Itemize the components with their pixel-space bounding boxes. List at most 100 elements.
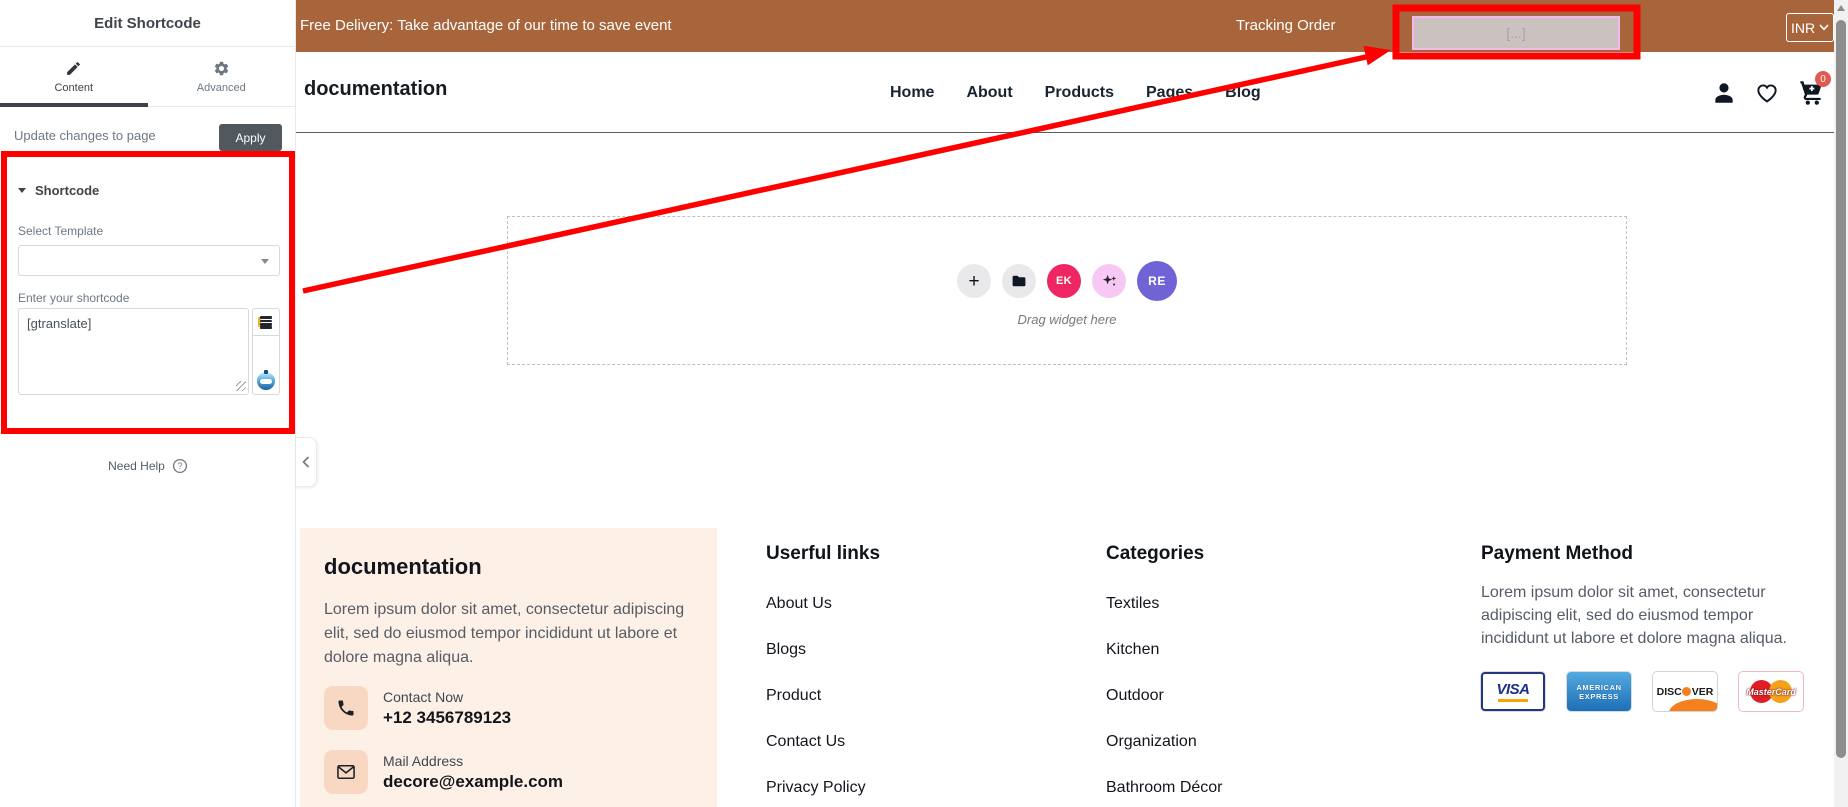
tab-advanced[interactable]: Advanced bbox=[148, 47, 296, 106]
sparkle-icon bbox=[1102, 274, 1116, 286]
footer-column-title: Categories bbox=[1106, 543, 1205, 564]
contact-phone-row[interactable]: Contact Now +12 3456789123 bbox=[324, 686, 511, 730]
panel-header: Edit Shortcode bbox=[0, 0, 295, 47]
tab-content-label: Content bbox=[54, 81, 94, 94]
wishlist-heart-icon[interactable] bbox=[1754, 80, 1780, 106]
contact-label: Contact Now bbox=[383, 688, 464, 705]
menu-item-products[interactable]: Products bbox=[1045, 84, 1114, 102]
chevron-down-icon bbox=[1819, 24, 1829, 31]
placeholder-text: [...] bbox=[1506, 25, 1526, 41]
shortcode-section-title: Shortcode bbox=[35, 183, 100, 198]
menu-item-about[interactable]: About bbox=[966, 84, 1012, 102]
payment-text: Lorem ipsum dolor sit amet, consectetur … bbox=[1481, 584, 1787, 647]
plus-icon: + bbox=[968, 270, 980, 292]
scrollbar-up-arrow[interactable] bbox=[1837, 5, 1845, 11]
footer-link[interactable]: Product bbox=[766, 684, 880, 708]
database-icon bbox=[258, 315, 273, 329]
panel-tabs: Content Advanced bbox=[0, 47, 295, 107]
ai-sparkle-button[interactable] bbox=[1092, 264, 1126, 298]
apply-button[interactable]: Apply bbox=[219, 124, 282, 151]
update-text: Update changes to page bbox=[14, 128, 156, 143]
menu-item-home[interactable]: Home bbox=[890, 84, 934, 102]
discover-swoosh bbox=[1669, 699, 1717, 711]
envelope-icon bbox=[324, 750, 368, 794]
discover-card-icon: DISC VER bbox=[1653, 672, 1717, 711]
footer-about-text: Lorem ipsum dolor sit amet, consectetur … bbox=[324, 601, 685, 666]
gtranslate-widget-placeholder[interactable]: [...] bbox=[1412, 16, 1620, 50]
shortcode-input-group: [gtranslate] bbox=[18, 308, 280, 395]
shortcode-side-toolbar bbox=[252, 308, 280, 395]
tab-content[interactable]: Content bbox=[0, 47, 148, 106]
footer-link[interactable]: Textiles bbox=[1106, 592, 1223, 616]
panel-collapse-button[interactable] bbox=[296, 437, 317, 487]
promo-text: Free Delivery: Take advantage of our tim… bbox=[300, 17, 672, 34]
footer-link[interactable]: About Us bbox=[766, 592, 880, 616]
footer-brand: documentation bbox=[324, 554, 482, 579]
footer-column-payment: Payment Method Lorem ipsum dolor sit ame… bbox=[1481, 543, 1816, 711]
shortcode-textarea[interactable]: [gtranslate] bbox=[18, 308, 249, 395]
footer-link[interactable]: Blogs bbox=[766, 638, 880, 662]
menu-item-pages[interactable]: Pages bbox=[1146, 84, 1193, 102]
re-logo-icon: RE bbox=[1148, 274, 1166, 288]
footer-link[interactable]: Contact Us bbox=[766, 730, 880, 754]
footer-column-links: Userful links About Us Blogs Product Con… bbox=[766, 543, 880, 807]
template-library-button[interactable] bbox=[1002, 264, 1036, 298]
contact-mail-value: decore@example.com bbox=[383, 771, 564, 791]
page-scrollbar[interactable] bbox=[1834, 0, 1848, 807]
mastercard-card-icon: MasterCard bbox=[1739, 672, 1803, 711]
site-logo[interactable]: documentation bbox=[304, 78, 447, 101]
phone-icon bbox=[324, 686, 368, 730]
elementskit-button[interactable]: EK bbox=[1047, 264, 1081, 298]
currency-value: INR bbox=[1790, 19, 1816, 36]
menu-item-blog[interactable]: Blog bbox=[1225, 84, 1261, 102]
gear-icon bbox=[214, 61, 228, 75]
shortcode-input-label: Enter your shortcode bbox=[18, 291, 130, 305]
cart-count-badge: 0 bbox=[1815, 71, 1831, 87]
site-header: documentation Home About Products Pages … bbox=[296, 52, 1834, 133]
account-icon[interactable] bbox=[1711, 80, 1737, 106]
announcement-bar: Free Delivery: Take advantage of our tim… bbox=[296, 0, 1834, 52]
elementskit-logo-icon: EK bbox=[1056, 275, 1072, 287]
drag-widget-hint: Drag widget here bbox=[1017, 312, 1117, 327]
elementor-drop-zone[interactable]: + EK RE Drag widget here bbox=[507, 216, 1627, 365]
main-menu: Home About Products Pages Blog bbox=[890, 52, 1261, 133]
footer-link[interactable]: Outdoor bbox=[1106, 684, 1223, 708]
update-row: Update changes to page Apply bbox=[0, 107, 295, 165]
add-section-button[interactable]: + bbox=[957, 264, 991, 298]
shortcode-library-button[interactable] bbox=[253, 309, 279, 336]
select-template-dropdown[interactable] bbox=[18, 245, 280, 276]
svg-text:?: ? bbox=[177, 461, 182, 471]
pencil-icon bbox=[67, 61, 81, 75]
footer-link[interactable]: Privacy Policy bbox=[766, 776, 880, 800]
tracking-order-link[interactable]: Tracking Order bbox=[1236, 17, 1335, 34]
textarea-resize-handle[interactable] bbox=[236, 381, 246, 391]
amex-card-icon: AMERICAN EXPRESS bbox=[1567, 672, 1631, 711]
robot-icon bbox=[257, 370, 275, 390]
footer-link[interactable]: Organization bbox=[1106, 730, 1223, 754]
elementor-edit-panel: Edit Shortcode Content Advanced Update c… bbox=[0, 0, 296, 807]
header-icons: 0 bbox=[1711, 52, 1831, 133]
contact-mail-row[interactable]: Mail Address decore@example.com bbox=[324, 750, 563, 794]
footer-column-categories: Categories Textiles Kitchen Outdoor Orga… bbox=[1106, 543, 1223, 807]
need-help-label: Need Help bbox=[108, 459, 165, 473]
cart-icon[interactable]: 0 bbox=[1797, 71, 1831, 106]
mail-label: Mail Address bbox=[383, 752, 464, 769]
panel-title: Edit Shortcode bbox=[94, 14, 201, 32]
footer-link[interactable]: Kitchen bbox=[1106, 638, 1223, 662]
footer-link[interactable]: Bathroom Décor bbox=[1106, 776, 1223, 800]
question-circle-icon: ? bbox=[172, 458, 187, 474]
discover-o-dot bbox=[1682, 687, 1692, 696]
add-widget-buttons: + EK RE bbox=[508, 261, 1626, 301]
chevron-down-icon bbox=[261, 259, 269, 264]
shortcode-section-toggle[interactable]: Shortcode bbox=[18, 183, 99, 198]
scrollbar-thumb[interactable] bbox=[1836, 20, 1846, 758]
payment-cards: VISA AMERICAN EXPRESS DISC VER MasterCar… bbox=[1481, 672, 1816, 711]
select-template-label: Select Template bbox=[18, 224, 104, 238]
folder-icon bbox=[1012, 275, 1026, 287]
re-widgets-button[interactable]: RE bbox=[1137, 261, 1177, 301]
currency-select[interactable]: INR bbox=[1786, 13, 1834, 42]
chevron-left-icon bbox=[302, 456, 310, 468]
visa-card-icon: VISA bbox=[1481, 672, 1545, 711]
ai-assistant-button[interactable] bbox=[253, 370, 279, 390]
need-help-link[interactable]: Need Help ? bbox=[0, 458, 296, 474]
